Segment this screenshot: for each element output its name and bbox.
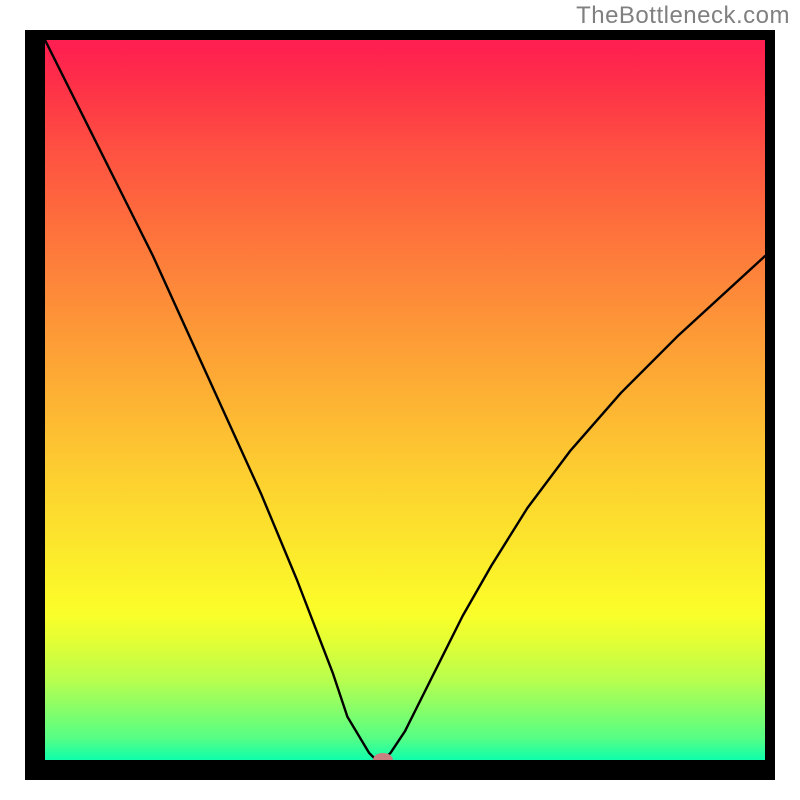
optimum-marker xyxy=(373,753,393,760)
chart-root: TheBottleneck.com xyxy=(0,0,800,800)
bottleneck-curve-path xyxy=(45,40,765,760)
watermark-text: TheBottleneck.com xyxy=(576,2,790,30)
bottleneck-curve-svg xyxy=(45,40,765,760)
plot-area xyxy=(45,40,765,760)
chart-frame xyxy=(25,30,775,780)
